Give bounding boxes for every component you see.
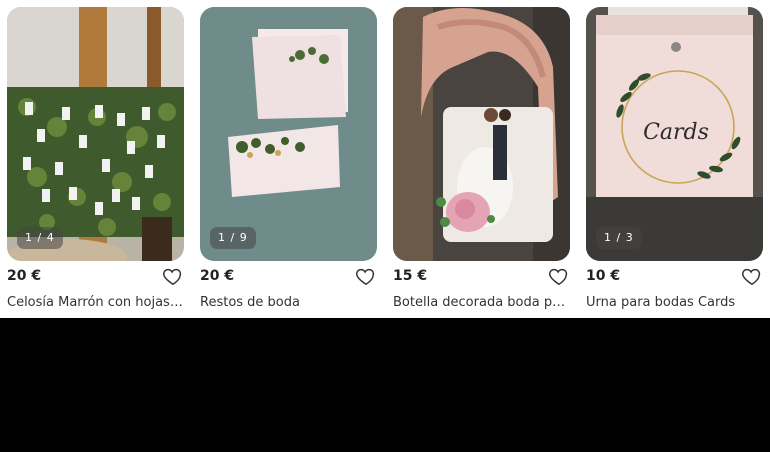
listing-photo[interactable]: 1 / 4 (7, 7, 184, 261)
photo-counter: 1 / 9 (210, 227, 256, 249)
listing-card[interactable]: Cards 1 / 3 10 € Urna para bodas Cards (586, 7, 763, 310)
listing-title[interactable]: Urna para bodas Cards (586, 295, 763, 310)
listing-title[interactable]: Restos de boda (200, 295, 377, 310)
photo-place-cards (200, 7, 377, 261)
heart-outline-icon[interactable] (355, 265, 377, 287)
listing-title[interactable]: Botella decorada boda pa... (393, 295, 570, 310)
listing-price: 20 € (200, 268, 235, 284)
listing-price: 20 € (7, 268, 42, 284)
listing-price: 10 € (586, 268, 621, 284)
listing-card[interactable]: 1 / 4 20 € Celosía Marrón con hojas ... (7, 7, 184, 310)
heart-outline-icon[interactable] (741, 265, 763, 287)
listing-photo[interactable]: Cards 1 / 3 (586, 7, 763, 261)
photo-cards-urn: Cards (586, 7, 763, 261)
photo-counter: 1 / 4 (17, 227, 63, 249)
urn-sign-text: Cards (643, 120, 709, 145)
listing-photo[interactable]: 1 / 9 (200, 7, 377, 261)
heart-outline-icon[interactable] (162, 265, 184, 287)
listing-card[interactable]: 15 € Botella decorada boda pa... (393, 7, 570, 310)
photo-trellis-seating-plan (7, 7, 184, 261)
heart-outline-icon[interactable] (548, 265, 570, 287)
listing-card[interactable]: 1 / 9 20 € Restos de boda (200, 7, 377, 310)
listing-grid: 1 / 4 20 € Celosía Marrón con hojas ... … (0, 0, 770, 318)
photo-decorated-bottle (393, 7, 570, 261)
listing-price: 15 € (393, 268, 428, 284)
listing-title[interactable]: Celosía Marrón con hojas ... (7, 295, 184, 310)
listing-photo[interactable] (393, 7, 570, 261)
photo-counter: 1 / 3 (596, 227, 642, 249)
